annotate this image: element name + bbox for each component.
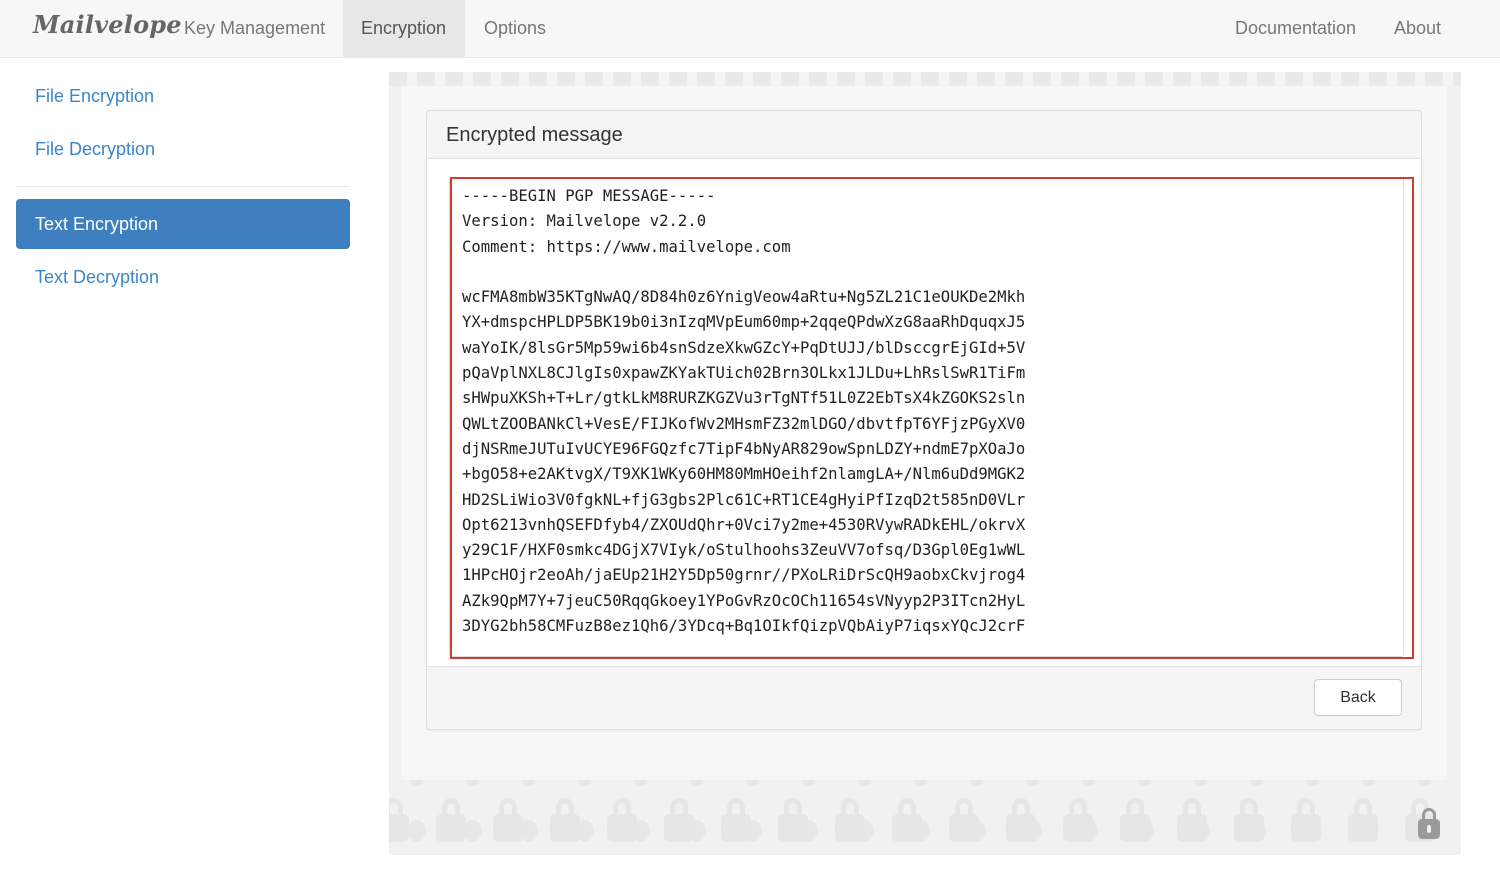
pgp-line: HD2SLiWio3V0fgkNL+fjG3gbs2Plc61C+RT1CE4g…: [462, 490, 1026, 509]
pgp-line: -----BEGIN PGP MESSAGE-----: [462, 187, 716, 205]
pgp-line: Opt6213vnhQSEFDfyb4/ZXOUdQhr+0Vci7y2me+4…: [462, 515, 1026, 534]
pgp-line: sHWpuXKSh+T+Lr/gtkLkM8RURZKGZVu3rTgNTf51…: [462, 389, 1026, 408]
pattern-lock-icon: [835, 798, 865, 842]
pgp-line: pQaVplNXL8CJlgIs0xpawZKYakTUich02Brn3OLk…: [462, 364, 1026, 383]
lock-icon: [1418, 808, 1440, 840]
pgp-line: [462, 260, 1392, 285]
pattern-stripe: [389, 72, 1461, 86]
pattern-lock-icon: [1063, 798, 1093, 842]
pgp-message-text[interactable]: -----BEGIN PGP MESSAGE----- Version: Mail…: [462, 184, 1392, 639]
pgp-line: y29C1F/HXF0smkc4DGjX7VIyk/oStulhoohs3Zeu…: [462, 541, 1026, 560]
card-title: Encrypted message: [446, 124, 623, 146]
lock-pattern-row: [389, 790, 1461, 850]
pgp-line: wcFMA8mbW35KTgNwAQ/8D84h0z6YnigVeow4aRtu…: [462, 288, 1026, 307]
pattern-lock-icon: [664, 798, 694, 842]
pgp-line: AZk9QpM7Y+7jeuC50RqqGkoey1YPoGvRzOcOCh11…: [462, 591, 1026, 610]
nav-encryption[interactable]: Encryption: [343, 0, 465, 58]
pattern-lock-icon: [436, 798, 466, 842]
sidebar-item-text-encryption[interactable]: Text Encryption: [16, 199, 350, 249]
pgp-line: Version: Mailvelope v2.2.0: [462, 212, 707, 231]
pgp-line: djNSRmeJUTuIvUCYE96FGQzfc7TipF4bNyAR829o…: [462, 439, 1026, 458]
pattern-lock-icon: [778, 798, 808, 842]
pgp-line: Comment: https://www.mailvelope.com: [462, 237, 791, 256]
pattern-lock-icon: [550, 798, 580, 842]
nav-about[interactable]: About: [1376, 0, 1459, 58]
sidebar-item-file-decryption[interactable]: File Decryption: [16, 124, 350, 174]
pattern-lock-icon: [1291, 798, 1321, 842]
pgp-line: YX+dmspcHPLDP5BK19b0i3nIzqMVpEum60mp+2qq…: [462, 313, 1026, 332]
sidebar-item-text-decryption[interactable]: Text Decryption: [16, 252, 350, 302]
pgp-line: +bgO58+e2AKtvgX/T9XK1WKy60HM80MmHOeihf2n…: [462, 465, 1026, 484]
sidebar-divider: [16, 186, 350, 187]
nav-documentation[interactable]: Documentation: [1217, 0, 1374, 58]
nav-options[interactable]: Options: [466, 0, 564, 58]
pgp-line: 3DYG2bh58CMFuzB8ez1Qh6/3YDcq+Bq1OIkfQizp…: [462, 617, 1026, 636]
pattern-lock-icon: [721, 798, 751, 842]
pattern-lock-icon: [892, 798, 922, 842]
nav-key-management[interactable]: Key Management: [166, 0, 343, 58]
brand-logo[interactable]: Mailvelope: [33, 10, 182, 39]
card-header: Encrypted message: [427, 111, 1421, 159]
pgp-line: QWLtZOOBANkCl+VesE/FIJKofWv2MHsmFZ32mlDG…: [462, 414, 1026, 433]
pattern-lock-icon: [1006, 798, 1036, 842]
pattern-lock-icon: [1177, 798, 1207, 842]
pattern-lock-icon: [607, 798, 637, 842]
sidebar-item-file-encryption[interactable]: File Encryption: [16, 71, 350, 121]
top-navbar: Mailvelope Key Management Encryption Opt…: [0, 0, 1500, 58]
pgp-line: 1HPcHOjr2eoAh/jaEUp21H2Y5Dp50grnr//PXoLR…: [462, 566, 1026, 585]
pattern-lock-icon: [1120, 798, 1150, 842]
back-button[interactable]: Back: [1314, 679, 1402, 716]
pattern-lock-icon: [1234, 798, 1264, 842]
pgp-line: waYoIK/8lsGr5Mp59wi6b4snSdzeXkwGZcY+PqDt…: [462, 338, 1026, 357]
pattern-lock-icon: [1348, 798, 1378, 842]
pattern-lock-icon: [389, 798, 409, 842]
pattern-lock-icon: [949, 798, 979, 842]
pattern-lock-icon: [493, 798, 523, 842]
